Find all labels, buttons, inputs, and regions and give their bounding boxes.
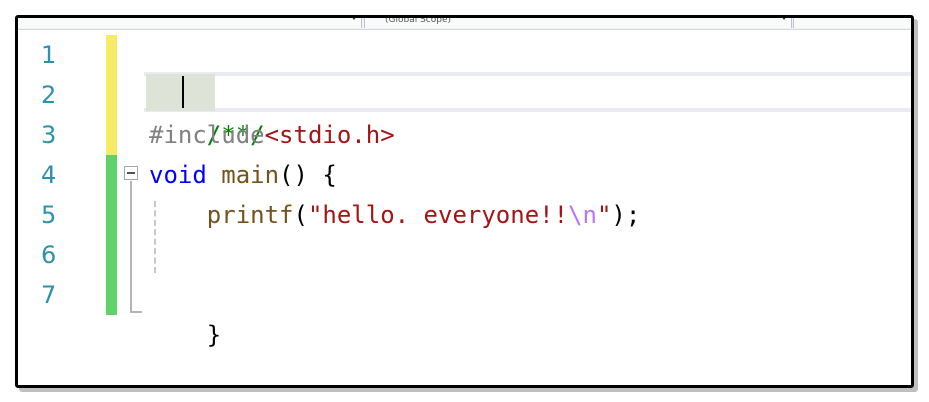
line-number-gutter: 1 2 3 4 5 6 7 (18, 35, 103, 335)
closing-brace: } (206, 321, 222, 349)
saved-change-marker (106, 155, 117, 315)
punctuation-token: () { (279, 161, 337, 189)
open-paren: ( (293, 201, 308, 229)
project-dropdown[interactable] (18, 18, 362, 28)
close-paren-semicolon: ); (611, 201, 641, 229)
code-line-3[interactable]: #include<stdio.h> (149, 115, 395, 155)
function-call: printf (206, 201, 294, 229)
line-number: 2 (41, 81, 57, 109)
text-cursor (182, 76, 184, 108)
line-number: 7 (41, 281, 57, 309)
line-number: 6 (41, 241, 57, 269)
string-literal: "hello. everyone!! (307, 201, 569, 229)
keyword-token: void (149, 161, 207, 189)
code-line-7[interactable]: } (149, 275, 221, 349)
include-header: <stdio.h> (264, 121, 395, 149)
dropdown-arrow-icon (351, 18, 357, 20)
function-name: main (221, 161, 280, 189)
scope-dropdown[interactable]: (Global Scope) (364, 15, 792, 28)
unsaved-change-marker (106, 35, 117, 155)
dropdown-arrow-icon (781, 18, 787, 20)
line-number: 1 (41, 41, 57, 69)
code-editor-window: (Global Scope) 1 2 3 4 5 6 7 /**/ #inclu… (15, 15, 914, 388)
string-literal-end: " (596, 201, 612, 229)
navigation-bar: (Global Scope) (18, 15, 911, 30)
line-number: 4 (41, 161, 57, 189)
line-number: 3 (41, 121, 57, 149)
line-number: 5 (41, 201, 57, 229)
outlining-end (130, 311, 142, 313)
collapse-toggle-icon[interactable] (124, 166, 138, 180)
code-line-5[interactable]: printf("hello. everyone!!\n"); (149, 195, 641, 235)
escape-sequence: \n (568, 201, 597, 229)
member-dropdown[interactable] (793, 18, 911, 28)
indentation (149, 201, 207, 229)
outlining-line (130, 181, 132, 313)
scope-dropdown-value: (Global Scope) (385, 15, 452, 25)
code-line-4[interactable]: void main() { (149, 155, 337, 195)
preprocessor-directive: #include (149, 121, 265, 149)
code-line-2[interactable]: /**/ (149, 75, 265, 149)
